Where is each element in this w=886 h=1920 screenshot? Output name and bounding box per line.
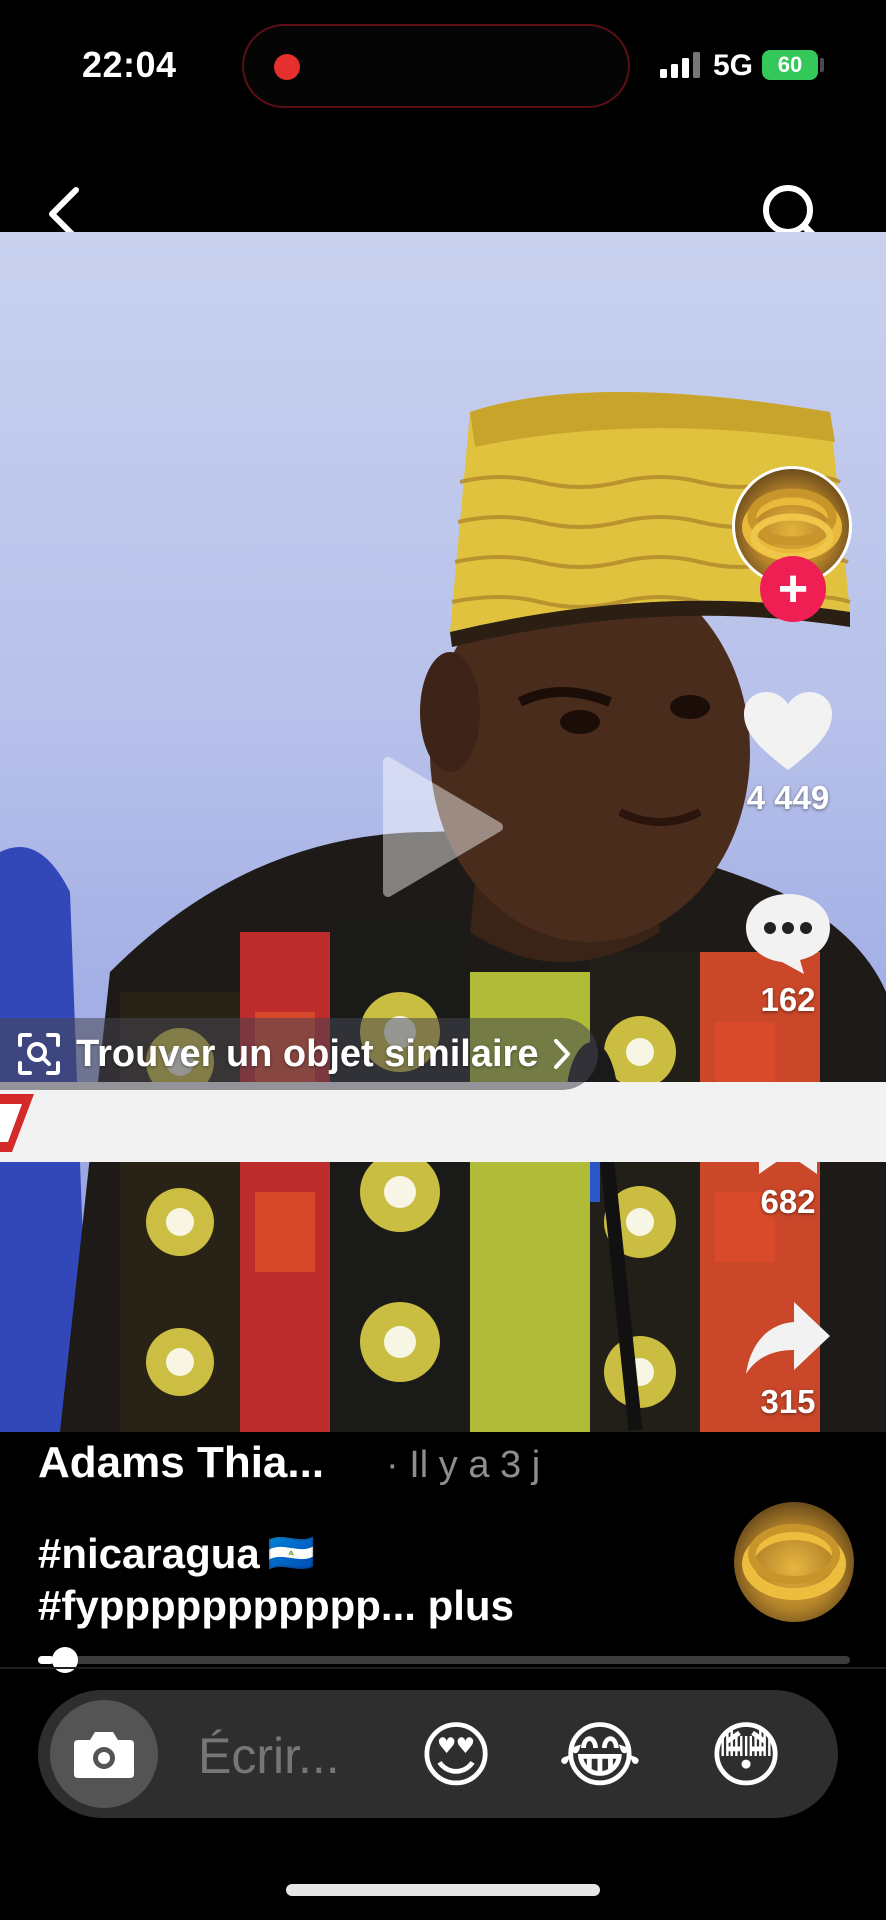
home-indicator[interactable] [286,1884,600,1896]
chevron-right-icon [554,1039,571,1069]
channel-logo-icon [0,1094,34,1152]
heart-icon [744,692,832,770]
follow-button[interactable]: + [760,556,826,622]
save-count: 682 [760,1183,816,1220]
video-progress-thumb[interactable] [52,1647,78,1673]
status-time: 22:04 [82,44,177,85]
recording-indicator-icon [274,54,300,80]
emoji-heart-eyes-button[interactable]: 😍 [412,1712,500,1800]
author-name[interactable]: Adams Thia... [38,1438,324,1488]
bookmark-icon [759,1100,817,1174]
music-disc[interactable] [734,1502,854,1622]
battery-indicator: 60 [762,50,818,80]
find-similar-label: Trouver un objet similaire [76,1032,539,1075]
like-count: 4 449 [746,779,830,816]
caption-more[interactable]: #fyppppppppppp... plus [38,1582,514,1630]
cellular-signal-icon [660,52,700,78]
comment-button[interactable]: 162 [730,890,846,1019]
share-icon [746,1302,830,1374]
caption-hashtag[interactable]: #nicaragua 🇳🇮 [38,1530,315,1578]
share-button[interactable]: 315 [730,1298,846,1421]
nicaragua-flag-icon: 🇳🇮 [267,1533,316,1575]
battery-level: 60 [777,52,803,77]
play-icon[interactable] [378,752,508,902]
share-count: 315 [760,1383,816,1420]
network-type: 5G [713,49,754,82]
caption-hashtag-text: #nicaragua [38,1530,260,1577]
battery-tip [820,58,824,72]
comment-input[interactable] [198,1726,378,1786]
bracelet-image [742,1524,846,1600]
like-button[interactable]: 4 449 [730,690,846,817]
video-player[interactable] [0,232,886,1432]
camera-button[interactable] [50,1700,158,1808]
comment-count: 162 [760,981,816,1018]
save-button[interactable]: 682 [730,1098,846,1221]
divider [0,1667,886,1669]
find-similar-button[interactable]: Trouver un objet similaire [0,1018,599,1090]
plus-icon: + [777,560,809,618]
camera-icon [74,1732,134,1778]
emoji-flushed-button[interactable]: 😳 [702,1712,790,1800]
emoji-tears-of-joy-button[interactable]: 😂 [556,1712,644,1800]
post-time: · Il y a 3 j [386,1444,541,1486]
visual-search-icon [18,1033,60,1075]
dynamic-island [242,24,630,108]
comment-icon [746,894,830,974]
video-progress-track[interactable] [38,1656,850,1664]
